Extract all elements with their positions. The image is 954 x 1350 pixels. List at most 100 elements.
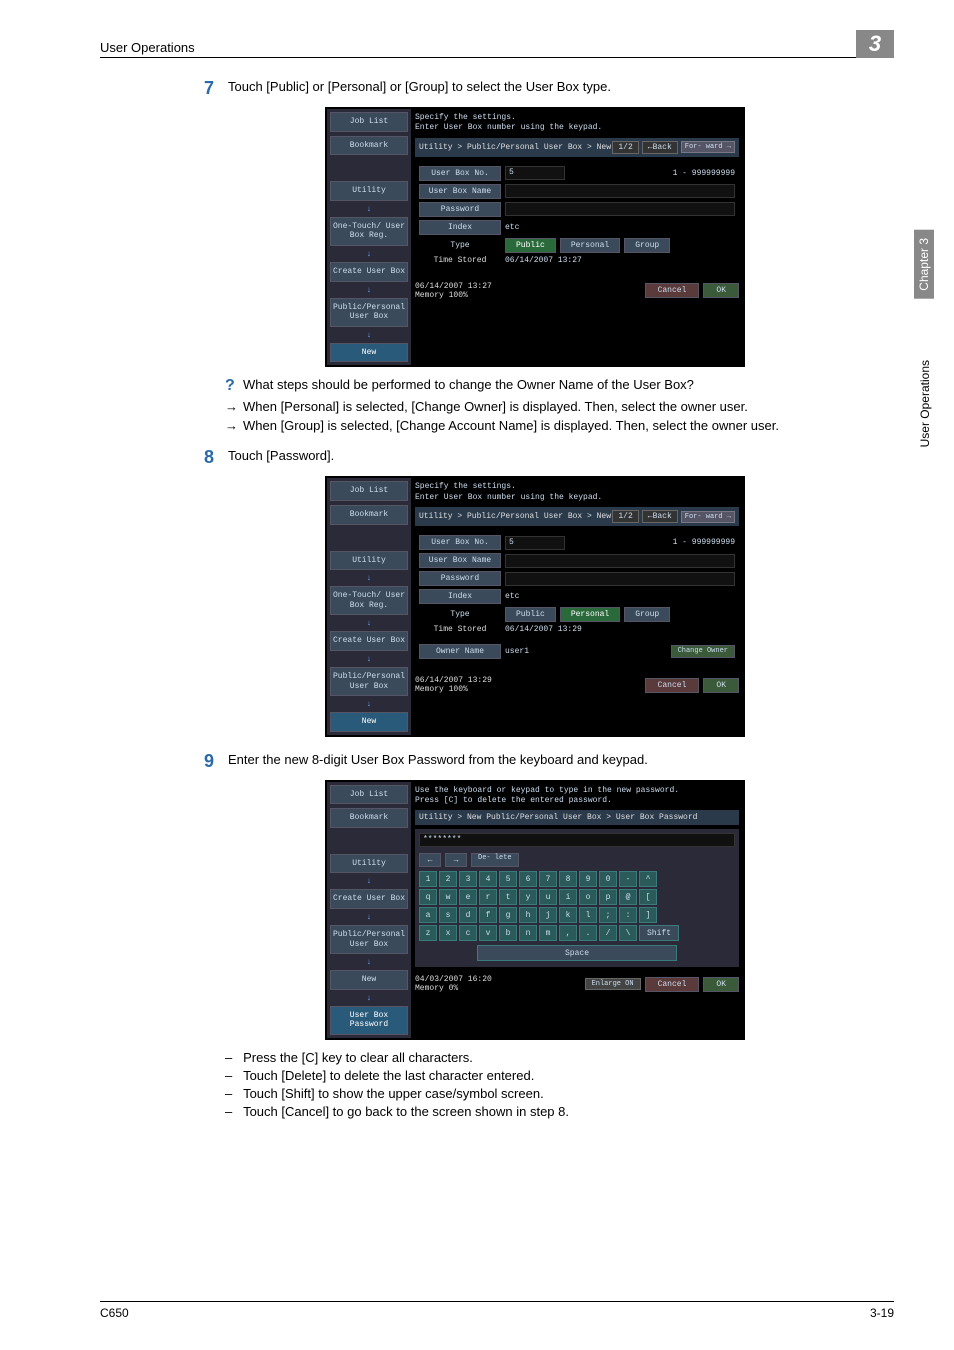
key-/[interactable]: / xyxy=(599,925,617,941)
key-c[interactable]: c xyxy=(459,925,477,941)
userbox-name-label[interactable]: User Box Name xyxy=(419,184,501,199)
key-:[interactable]: : xyxy=(619,907,637,923)
cancel-button[interactable]: Cancel xyxy=(645,283,700,298)
new-button[interactable]: New xyxy=(330,970,408,990)
key-t[interactable]: t xyxy=(499,889,517,905)
cancel-button[interactable]: Cancel xyxy=(645,977,700,992)
space-key[interactable]: Space xyxy=(477,945,677,961)
key-5[interactable]: 5 xyxy=(499,871,517,887)
key-@[interactable]: @ xyxy=(619,889,637,905)
key-9[interactable]: 9 xyxy=(579,871,597,887)
key-i[interactable]: i xyxy=(559,889,577,905)
right-arrow-button[interactable]: → xyxy=(445,853,467,867)
key-\[interactable]: \ xyxy=(619,925,637,941)
password-input[interactable]: ******** xyxy=(419,833,735,847)
public-personal-button[interactable]: Public/Personal User Box xyxy=(330,925,408,954)
userbox-no-label[interactable]: User Box No. xyxy=(419,535,501,550)
utility-button[interactable]: Utility xyxy=(330,854,408,874)
key-w[interactable]: w xyxy=(439,889,457,905)
type-group-button[interactable]: Group xyxy=(624,607,670,622)
key-b[interactable]: b xyxy=(499,925,517,941)
key-p[interactable]: p xyxy=(599,889,617,905)
back-button[interactable]: ←Back xyxy=(642,510,678,523)
type-personal-button[interactable]: Personal xyxy=(560,238,620,253)
key-j[interactable]: j xyxy=(539,907,557,923)
key-m[interactable]: m xyxy=(539,925,557,941)
public-personal-button[interactable]: Public/Personal User Box xyxy=(330,667,408,696)
key-s[interactable]: s xyxy=(439,907,457,923)
key-z[interactable]: z xyxy=(419,925,437,941)
type-public-button[interactable]: Public xyxy=(505,238,556,253)
utility-button[interactable]: Utility xyxy=(330,181,408,201)
forward-button[interactable]: For- ward → xyxy=(681,511,735,523)
key-h[interactable]: h xyxy=(519,907,537,923)
key-a[interactable]: a xyxy=(419,907,437,923)
type-personal-button[interactable]: Personal xyxy=(560,607,620,622)
forward-button[interactable]: For- ward → xyxy=(681,141,735,153)
onetouch-button[interactable]: One-Touch/ User Box Reg. xyxy=(330,217,408,246)
userbox-no-label[interactable]: User Box No. xyxy=(419,166,501,181)
key-4[interactable]: 4 xyxy=(479,871,497,887)
key-l[interactable]: l xyxy=(579,907,597,923)
index-label[interactable]: Index xyxy=(419,220,501,235)
ok-button[interactable]: OK xyxy=(703,977,739,992)
change-owner-button[interactable]: Change Owner xyxy=(671,645,735,659)
key-x[interactable]: x xyxy=(439,925,457,941)
key-q[interactable]: q xyxy=(419,889,437,905)
key-e[interactable]: e xyxy=(459,889,477,905)
key-2[interactable]: 2 xyxy=(439,871,457,887)
job-list-button[interactable]: Job List xyxy=(330,785,408,805)
userbox-name-label[interactable]: User Box Name xyxy=(419,553,501,568)
key-k[interactable]: k xyxy=(559,907,577,923)
key-6[interactable]: 6 xyxy=(519,871,537,887)
key-1[interactable]: 1 xyxy=(419,871,437,887)
key--[interactable]: - xyxy=(619,871,637,887)
job-list-button[interactable]: Job List xyxy=(330,112,408,132)
key-^[interactable]: ^ xyxy=(639,871,657,887)
password-label[interactable]: Password xyxy=(419,202,501,217)
shift-key[interactable]: Shift xyxy=(639,925,679,941)
bookmark-button[interactable]: Bookmark xyxy=(330,505,408,525)
key-o[interactable]: o xyxy=(579,889,597,905)
key-v[interactable]: v xyxy=(479,925,497,941)
cancel-button[interactable]: Cancel xyxy=(645,678,700,693)
key-[[interactable]: [ xyxy=(639,889,657,905)
index-label[interactable]: Index xyxy=(419,589,501,604)
onetouch-button[interactable]: One-Touch/ User Box Reg. xyxy=(330,586,408,615)
new-button[interactable]: New xyxy=(330,343,408,363)
key-n[interactable]: n xyxy=(519,925,537,941)
create-userbox-button[interactable]: Create User Box xyxy=(330,631,408,651)
key-8[interactable]: 8 xyxy=(559,871,577,887)
type-group-button[interactable]: Group xyxy=(624,238,670,253)
ok-button[interactable]: OK xyxy=(703,678,739,693)
key-7[interactable]: 7 xyxy=(539,871,557,887)
public-personal-button[interactable]: Public/Personal User Box xyxy=(330,298,408,327)
job-list-button[interactable]: Job List xyxy=(330,481,408,501)
bookmark-button[interactable]: Bookmark xyxy=(330,136,408,156)
key-3[interactable]: 3 xyxy=(459,871,477,887)
bookmark-button[interactable]: Bookmark xyxy=(330,808,408,828)
key-d[interactable]: d xyxy=(459,907,477,923)
key-][interactable]: ] xyxy=(639,907,657,923)
key-,[interactable]: , xyxy=(559,925,577,941)
key-0[interactable]: 0 xyxy=(599,871,617,887)
ok-button[interactable]: OK xyxy=(703,283,739,298)
create-userbox-button[interactable]: Create User Box xyxy=(330,889,408,909)
delete-button[interactable]: De- lete xyxy=(471,853,519,867)
type-public-button[interactable]: Public xyxy=(505,607,556,622)
key-g[interactable]: g xyxy=(499,907,517,923)
new-button[interactable]: New xyxy=(330,712,408,732)
key-;[interactable]: ; xyxy=(599,907,617,923)
key-y[interactable]: y xyxy=(519,889,537,905)
utility-button[interactable]: Utility xyxy=(330,551,408,571)
left-arrow-button[interactable]: ← xyxy=(419,853,441,867)
enlarge-button[interactable]: Enlarge ON xyxy=(585,978,641,990)
key-.[interactable]: . xyxy=(579,925,597,941)
back-button[interactable]: ←Back xyxy=(642,141,678,154)
create-userbox-button[interactable]: Create User Box xyxy=(330,262,408,282)
key-r[interactable]: r xyxy=(479,889,497,905)
userbox-password-button[interactable]: User Box Password xyxy=(330,1006,408,1035)
key-f[interactable]: f xyxy=(479,907,497,923)
password-label[interactable]: Password xyxy=(419,571,501,586)
key-u[interactable]: u xyxy=(539,889,557,905)
